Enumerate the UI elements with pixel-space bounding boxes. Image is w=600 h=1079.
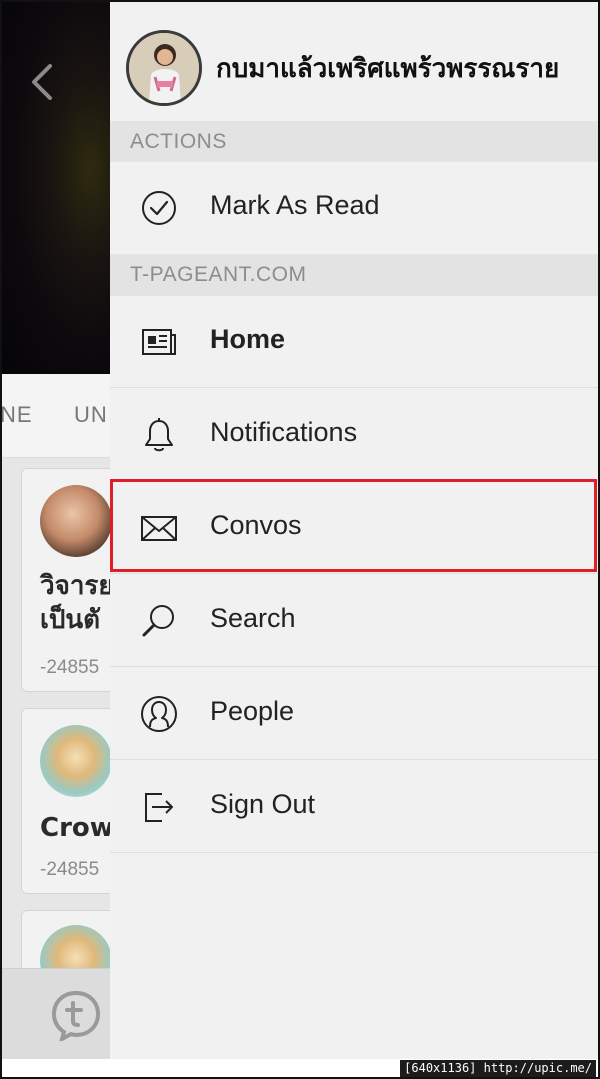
background-app: NE UN วิจารย เป็นตั -24855 Crowr -24855 xyxy=(2,2,112,1059)
section-label: T-PAGEANT.COM xyxy=(130,263,307,286)
menu-item-label: Sign Out xyxy=(210,789,316,819)
background-card[interactable]: Crowr -24855 xyxy=(21,708,112,894)
newspaper-icon xyxy=(142,329,176,355)
section-label: ACTIONS xyxy=(130,130,227,153)
background-card-avatar xyxy=(40,725,112,797)
menu-item-search[interactable]: Search xyxy=(110,575,598,667)
check-circle-icon xyxy=(142,191,176,225)
background-card-avatar xyxy=(40,485,112,557)
background-tab[interactable]: UN xyxy=(74,402,108,428)
menu-item-label: Notifications xyxy=(210,417,358,447)
background-card-title: วิจารย xyxy=(40,571,112,601)
sign-out-icon xyxy=(145,793,173,822)
background-card-meta: -24855 xyxy=(40,859,100,880)
background-card-title: Crowr xyxy=(40,813,112,843)
menu-item-people[interactable]: People xyxy=(110,668,598,760)
watermark: [640x1136] http://upic.me/ xyxy=(400,1060,596,1077)
menu-item-sign-out[interactable]: Sign Out xyxy=(110,761,598,853)
background-card-meta: -24855 xyxy=(40,657,100,678)
background-header xyxy=(2,2,112,374)
section-header-actions: ACTIONS xyxy=(110,121,598,162)
avatar-photo xyxy=(129,33,199,103)
menu-item-label: Mark As Read xyxy=(210,190,380,220)
avatar[interactable] xyxy=(126,30,202,106)
menu-item-mark-as-read[interactable]: Mark As Read xyxy=(110,162,598,254)
menu-item-home[interactable]: Home xyxy=(110,296,598,388)
highlight-box-convos xyxy=(110,479,597,572)
background-tab[interactable]: NE xyxy=(2,402,33,428)
navigation-drawer: กบมาแล้วเพริศแพร้วพรรณราย ACTIONS Mark A… xyxy=(110,2,598,1059)
tapatalk-logo-icon[interactable] xyxy=(50,989,102,1041)
background-tab-bar: NE UN xyxy=(2,374,112,458)
menu-item-label: Search xyxy=(210,603,296,633)
back-arrow-icon[interactable] xyxy=(24,60,60,104)
person-circle-icon xyxy=(141,696,177,732)
search-icon xyxy=(142,605,174,637)
profile-header[interactable]: กบมาแล้วเพริศแพร้วพรรณราย xyxy=(110,2,598,122)
menu-item-label: People xyxy=(210,696,295,726)
background-card[interactable]: วิจารย เป็นตั -24855 xyxy=(21,468,112,692)
section-header-forum: T-PAGEANT.COM xyxy=(110,254,598,296)
menu-item-label: Home xyxy=(210,324,286,354)
background-card-title: เป็นตั xyxy=(40,605,101,635)
bell-icon xyxy=(145,418,173,452)
profile-username: กบมาแล้วเพริศแพร้วพรรณราย xyxy=(216,54,560,84)
background-bottom-bar xyxy=(2,968,112,1059)
menu-item-notifications[interactable]: Notifications xyxy=(110,389,598,481)
